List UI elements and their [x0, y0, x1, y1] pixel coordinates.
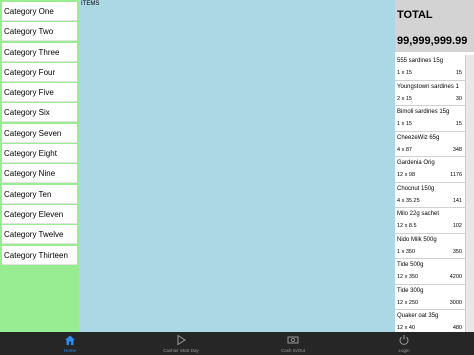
home-icon [65, 335, 75, 345]
line-item-amount: 15 [455, 121, 462, 127]
line-item-qty: 12 x 40 [397, 325, 416, 331]
tab-cashier-start-day-label: Cashier Start Day [163, 348, 199, 353]
category-item[interactable]: Category Nine [2, 164, 77, 184]
category-item[interactable]: Category Eight [2, 144, 77, 164]
tab-login[interactable]: Login [364, 332, 444, 355]
line-item-list: 555 sardines 15g 1 x 15 15 Youngstown sa… [395, 55, 465, 332]
total-box: TOTAL 99,999,999.99 [395, 0, 474, 52]
line-item-name: Nido Milk 500g [397, 236, 437, 243]
line-item[interactable]: Nido Milk 500g 1 x 350 350 [395, 234, 465, 259]
category-item[interactable]: Category Three [2, 42, 77, 62]
line-item-name: Milo 22g sachet [397, 211, 440, 217]
line-item-qty: 12 x 98 [397, 172, 416, 178]
order-list-scrollbar[interactable] [465, 55, 474, 332]
line-item-qty: 4 x 87 [397, 146, 412, 153]
line-item-amount: 480 [452, 325, 462, 331]
line-item-name: CheezeWiz 65g [397, 134, 440, 141]
category-item[interactable]: Category Six [2, 103, 77, 123]
line-item[interactable]: Milo 22g sachet 12 x 8.5 102 [395, 208, 465, 234]
line-item-qty: 12 x 350 [397, 274, 419, 280]
line-item-amount: 3000 [449, 299, 462, 306]
play-icon [177, 334, 186, 346]
cash-icon [287, 336, 299, 344]
category-list: Category One Category Two Category Three… [2, 2, 77, 266]
line-item[interactable]: Tide 300g 12 x 250 3000 [395, 285, 465, 310]
category-item[interactable]: Category One [2, 2, 77, 21]
line-item-qty: 12 x 250 [397, 299, 419, 306]
line-item[interactable]: 555 sardines 15g 1 x 15 15 [395, 55, 465, 81]
line-item-name: Gardenia Orig [397, 160, 435, 166]
category-item[interactable]: Category Ten [2, 184, 77, 204]
line-item[interactable]: Chocnut 150g 4 x 35.25 141 [395, 183, 465, 208]
category-item[interactable]: Category Eleven [2, 204, 77, 224]
items-panel-title: ITEMS [81, 1, 100, 7]
bottom-tab-bar: Home Cashier Start Day Cash In/Out Login [0, 332, 474, 355]
category-item[interactable]: Category Two [2, 22, 77, 42]
line-item[interactable]: Youngstown sardines 1 2 x 15 30 [395, 81, 465, 106]
line-item[interactable]: Gardenia Orig 12 x 98 1176 [395, 157, 465, 183]
category-item[interactable]: Category Five [2, 83, 77, 103]
tab-cashier-start-day[interactable]: Cashier Start Day [141, 332, 221, 355]
tab-login-label: Login [398, 348, 410, 353]
line-item-name: Chocnut 150g [397, 185, 435, 192]
line-item-name: Tide 500g [397, 262, 424, 268]
line-item-name: Quaker oat 35g [397, 313, 439, 319]
order-summary-panel: TOTAL 99,999,999.99 555 sardines 15g 1 x… [395, 0, 474, 332]
line-item-amount: 1176 [450, 172, 462, 178]
line-item-name: Bimoli sardines 15g [397, 109, 450, 115]
line-item-amount: 350 [452, 248, 462, 255]
line-item-amount: 4200 [449, 274, 462, 280]
category-panel: Category One Category Two Category Three… [0, 0, 79, 332]
line-item-qty: 4 x 35.25 [397, 197, 420, 204]
tab-cash-in-out[interactable]: Cash In/Out [253, 332, 333, 355]
line-item-amount: 141 [452, 197, 462, 204]
category-item[interactable]: Category Twelve [2, 225, 77, 245]
line-item[interactable]: CheezeWiz 65g 4 x 87 348 [395, 132, 465, 157]
line-item-qty: 12 x 8.5 [397, 223, 417, 229]
line-item-amount: 348 [452, 146, 462, 153]
line-item-amount: 30 [455, 95, 462, 102]
line-item[interactable]: Tide 500g 12 x 350 4200 [395, 259, 465, 285]
line-item-amount: 15 [455, 70, 462, 76]
items-panel[interactable]: ITEMS [79, 0, 395, 332]
power-icon [399, 335, 409, 345]
category-item[interactable]: Category Seven [2, 123, 77, 143]
tab-home[interactable]: Home [30, 332, 110, 355]
category-item[interactable]: Category Thirteen [2, 245, 77, 265]
tab-cash-in-out-label: Cash In/Out [280, 348, 305, 353]
tab-home-label: Home [63, 348, 76, 353]
total-value: 99,999,999.99 [397, 35, 468, 47]
line-item[interactable]: Bimoli sardines 15g 1 x 15 15 [395, 106, 465, 132]
line-item-qty: 2 x 15 [397, 95, 412, 102]
line-item-name: 555 sardines 15g [397, 58, 444, 64]
line-item-qty: 1 x 350 [397, 248, 416, 255]
category-item[interactable]: Category Four [2, 62, 77, 82]
total-label: TOTAL [397, 9, 433, 21]
line-item-name: Tide 300g [397, 287, 424, 294]
line-item-amount: 102 [452, 223, 462, 229]
line-item-qty: 1 x 15 [397, 70, 412, 76]
line-item-name: Youngstown sardines 1 [397, 83, 459, 90]
line-item-qty: 1 x 15 [397, 121, 412, 127]
line-item[interactable]: Quaker oat 35g 12 x 40 480 [395, 310, 465, 332]
